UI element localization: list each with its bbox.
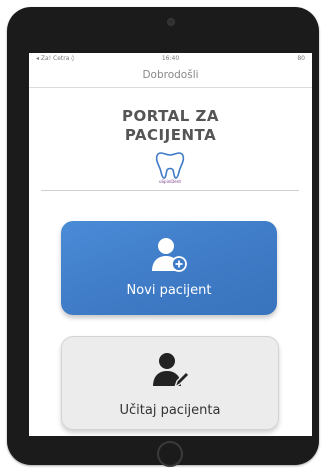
tooth-logo-icon: uSpiniDent	[155, 152, 185, 184]
new-patient-button[interactable]: Novi pacijent	[61, 221, 277, 315]
status-bar: ◂ Za! Cetra ◊ 16:40 80	[29, 53, 312, 65]
status-time: 16:40	[161, 55, 180, 62]
divider	[41, 190, 299, 191]
nav-title: Dobrodošli	[142, 69, 199, 81]
nav-bar: Dobrodošli	[29, 65, 312, 88]
load-patient-button[interactable]: Učitaj pacijenta	[61, 336, 279, 430]
new-patient-label: Novi pacijent	[126, 283, 212, 298]
page-title: PORTAL ZA PACIJENTA	[29, 107, 312, 145]
logo-text: uSpiniDent	[159, 179, 181, 184]
camera-icon	[167, 18, 175, 26]
tablet-frame: ◂ Za! Cetra ◊ 16:40 80 Dobrodošli PORTAL…	[7, 7, 319, 467]
user-edit-icon	[153, 353, 190, 389]
app-screen: ◂ Za! Cetra ◊ 16:40 80 Dobrodošli PORTAL…	[29, 53, 312, 436]
title-line-2: PACIJENTA	[124, 126, 217, 144]
home-button[interactable]	[157, 441, 183, 467]
add-user-icon	[152, 238, 187, 272]
title-line-1: PORTAL ZA	[121, 107, 220, 125]
battery-label: 80	[297, 55, 305, 62]
load-patient-label: Učitaj pacijenta	[119, 403, 221, 418]
